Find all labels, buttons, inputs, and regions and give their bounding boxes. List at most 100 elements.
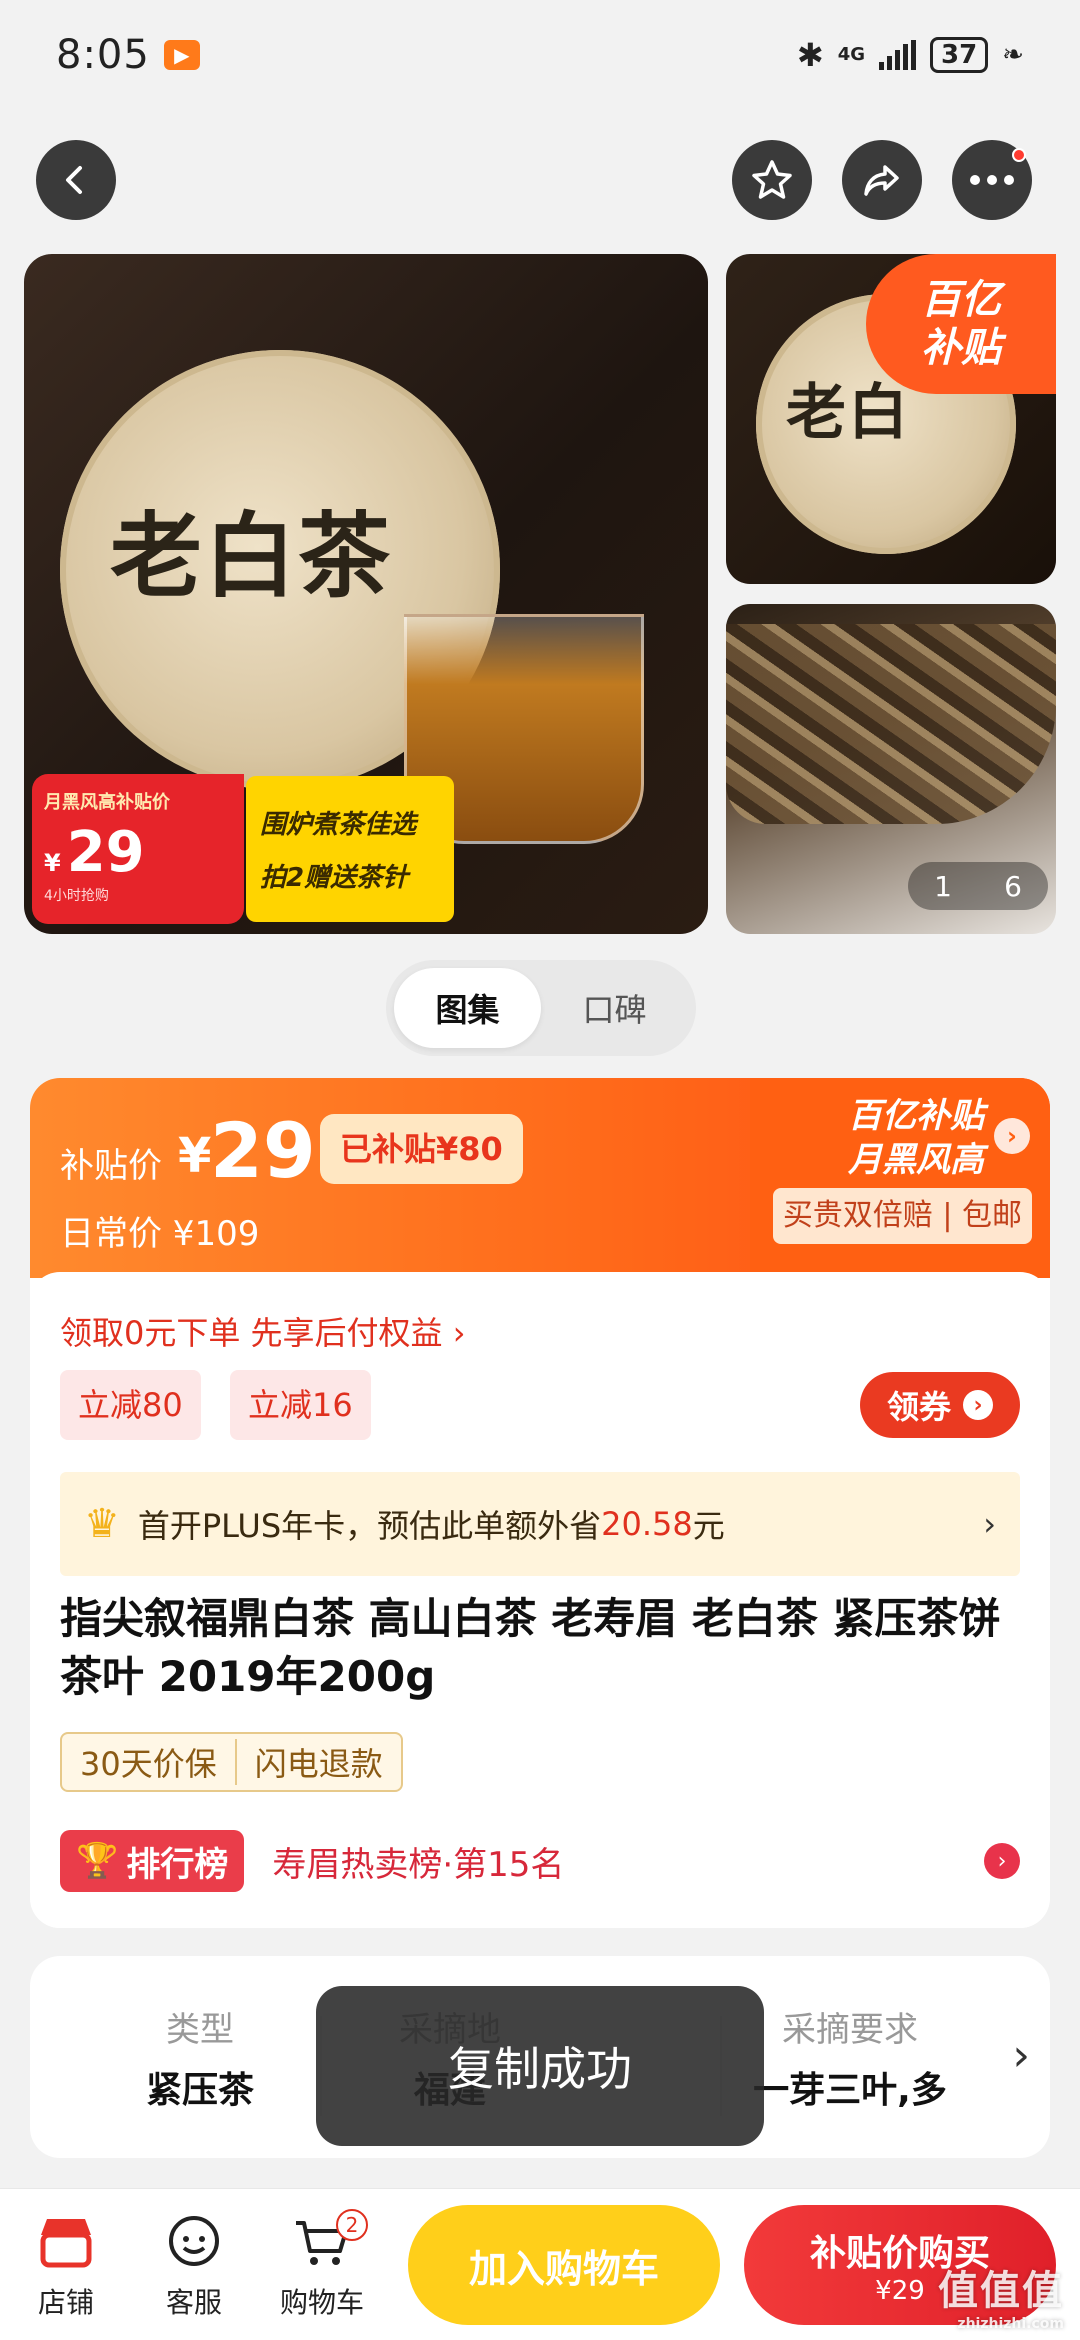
status-indicators: ✱ 4G 37 ❧ — [797, 36, 1024, 74]
subsidy-brand: 百亿补贴 月黑风高 — [848, 1094, 984, 1182]
price-tag-overlay: 月黑风高补贴价 ¥29 4小时抢购 — [32, 774, 244, 924]
share-icon — [864, 165, 899, 196]
store-label: 店铺 — [37, 2286, 94, 2319]
attribute-key: 类型 — [166, 2010, 234, 2050]
signal-icon — [879, 40, 917, 70]
copy-success-toast: 复制成功 — [316, 1986, 764, 2146]
cart-label: 购物车 — [279, 2286, 364, 2319]
counter-current: 1 — [934, 869, 952, 903]
share-button[interactable] — [842, 140, 922, 220]
get-coupon-button[interactable]: 领券 › — [860, 1372, 1020, 1438]
price-tag-title: 月黑风高补贴价 — [44, 792, 170, 813]
tab-reviews[interactable]: 口碑 — [541, 968, 688, 1048]
chevron-right-icon: › — [983, 1505, 996, 1543]
product-gallery: 老白茶 月黑风高补贴价 ¥29 4小时抢购 围炉煮茶佳选 拍2赠送茶针 老白 1… — [24, 254, 1056, 934]
price-tag-note: 4小时抢购 — [44, 888, 109, 904]
promo-slogan: 围炉煮茶佳选 拍2赠送茶针 — [246, 776, 454, 922]
ranking-row[interactable]: 🏆 排行榜 寿眉热卖榜·第15名 › — [60, 1826, 1020, 1896]
more-dots-icon — [970, 175, 1014, 185]
tag-price-protection: 30天价保 — [80, 1745, 217, 1783]
watermark-sub: zhizhizhi.com — [957, 2316, 1064, 2332]
top-nav — [0, 140, 1080, 220]
chat-icon — [144, 2209, 244, 2275]
watermark: 值值值 zhizhizhi.com — [938, 2258, 1064, 2332]
cart-count-badge: 2 — [336, 2209, 368, 2241]
plus-amount: 20.58 — [601, 1505, 693, 1543]
chevron-right-icon: › — [963, 1390, 993, 1420]
main-product-image[interactable]: 老白茶 月黑风高补贴价 ¥29 4小时抢购 围炉煮茶佳选 拍2赠送茶针 — [24, 254, 708, 934]
eco-leaf-icon: ❧ — [1002, 40, 1024, 70]
subsidy-price-currency: ¥ — [178, 1128, 212, 1184]
star-icon — [752, 160, 792, 199]
favorite-button[interactable] — [732, 140, 812, 220]
customer-service-button[interactable]: 客服 — [144, 2209, 244, 2321]
video-app-icon: ▶ — [163, 40, 200, 70]
ranking-text: 寿眉热卖榜·第15名 — [272, 1844, 565, 1885]
service-tags[interactable]: 30天价保 闪电退款 — [60, 1732, 403, 1792]
chevron-right-icon: › — [1012, 2030, 1030, 2081]
ranking-badge: 🏆 排行榜 — [60, 1830, 245, 1892]
product-info: 领取0元下单 先享后付权益 › 立减80 立减16 领券 › ♛ 首开PLUS年… — [30, 1272, 1050, 1928]
price-card: 补贴价 ¥ 29 已补贴¥80 日常价 ¥109 百亿补贴 月黑风高 › 买贵双… — [30, 1078, 1050, 1928]
bluetooth-icon: ✱ — [796, 36, 824, 74]
pay-later-link[interactable]: 领取0元下单 先享后付权益 › — [60, 1308, 466, 1354]
buy-price: ¥29 — [875, 2276, 925, 2306]
add-to-cart-button[interactable]: 加入购物车 — [408, 2205, 720, 2325]
attribute-value: 紧压茶 — [145, 2070, 254, 2111]
gallery-tabs: 图集 口碑 — [386, 960, 696, 1056]
cart-button[interactable]: 2 购物车 — [272, 2209, 372, 2321]
subsidy-price-label: 补贴价 — [60, 1146, 162, 1186]
price-tag-currency: ¥ — [44, 849, 61, 877]
subsidy-corner-badge: 百亿 补贴 — [866, 254, 1056, 394]
crown-icon: ♛ — [84, 1501, 120, 1547]
thumbnail-image-2[interactable]: 1 6 — [726, 604, 1056, 934]
tab-gallery[interactable]: 图集 — [394, 968, 541, 1048]
chevron-right-icon: › — [984, 1843, 1020, 1879]
attribute-type: 类型 紧压茶 — [80, 2002, 320, 2113]
attribute-picking: 采摘要求 一芽三叶,多 — [730, 2002, 970, 2113]
brand-line-2: 月黑风高 — [848, 1140, 984, 1180]
slogan-line-2: 拍2赠送茶针 — [260, 863, 409, 893]
chevron-right-icon: › — [994, 1118, 1030, 1154]
plus-unit: 元 — [692, 1507, 725, 1545]
service-label: 客服 — [165, 2286, 222, 2319]
tea-leaves-graphic — [726, 624, 1056, 824]
network-type: 4G — [837, 44, 866, 65]
main-cake-text: 老白茶 — [110, 502, 393, 610]
corner-line-1: 百亿 — [921, 277, 1001, 323]
ranking-badge-label: 排行榜 — [126, 1844, 229, 1885]
product-title[interactable]: 指尖叙福鼎白茶 高山白茶 老寿眉 老白茶 紧压茶饼茶叶 2019年200g — [60, 1590, 1020, 1706]
slogan-line-1: 围炉煮茶佳选 — [260, 810, 417, 840]
subsidy-price: 29 — [210, 1106, 316, 1195]
status-time: 8:05 — [56, 32, 150, 78]
counter-total: 6 — [1004, 869, 1022, 903]
price-tag-amount: 29 — [66, 820, 145, 885]
status-bar: 8:05 ▶ ✱ 4G 37 ❧ — [0, 0, 1080, 110]
image-counter: 1 6 — [908, 862, 1048, 910]
coupon-chip-2[interactable]: 立减16 — [230, 1370, 371, 1440]
coupon-chip-1[interactable]: 立减80 — [60, 1370, 201, 1440]
price-tag-price: ¥29 — [44, 820, 232, 885]
brand-line-1: 百亿补贴 — [848, 1096, 984, 1136]
chevron-left-icon — [66, 166, 82, 194]
more-button[interactable] — [952, 140, 1032, 220]
store-icon — [16, 2209, 116, 2275]
subsidy-price-banner[interactable]: 补贴价 ¥ 29 已补贴¥80 日常价 ¥109 百亿补贴 月黑风高 › 买贵双… — [30, 1078, 1050, 1278]
back-button[interactable] — [36, 140, 116, 220]
bottom-action-bar: 店铺 客服 2 购物车 加入购物车 补贴价购买 ¥29 值值值 zhizhizh… — [0, 2188, 1080, 2340]
tag-fast-refund: 闪电退款 — [234, 1739, 401, 1785]
guarantee-badge: 买贵双倍赔 | 包邮 — [772, 1188, 1032, 1244]
get-coupon-label: 领券 — [886, 1388, 951, 1426]
attribute-key: 采摘要求 — [782, 2010, 918, 2050]
notification-dot — [1012, 148, 1026, 162]
store-button[interactable]: 店铺 — [16, 2209, 116, 2321]
subsidy-saved-badge: 已补贴¥80 — [320, 1114, 523, 1184]
trophy-icon: 🏆 — [76, 1841, 119, 1881]
daily-price: 日常价 ¥109 — [60, 1214, 260, 1254]
plus-text: 首开PLUS年卡，预估此单额外省 — [137, 1507, 602, 1545]
battery-icon: 37 — [930, 37, 989, 73]
coupon-row: 立减80 立减16 领券 › — [60, 1370, 1020, 1440]
corner-line-2: 补贴 — [921, 325, 1001, 371]
plus-membership-banner[interactable]: ♛ 首开PLUS年卡，预估此单额外省 20.58 元 › — [60, 1472, 1020, 1576]
watermark-main: 值值值 — [938, 2268, 1064, 2314]
